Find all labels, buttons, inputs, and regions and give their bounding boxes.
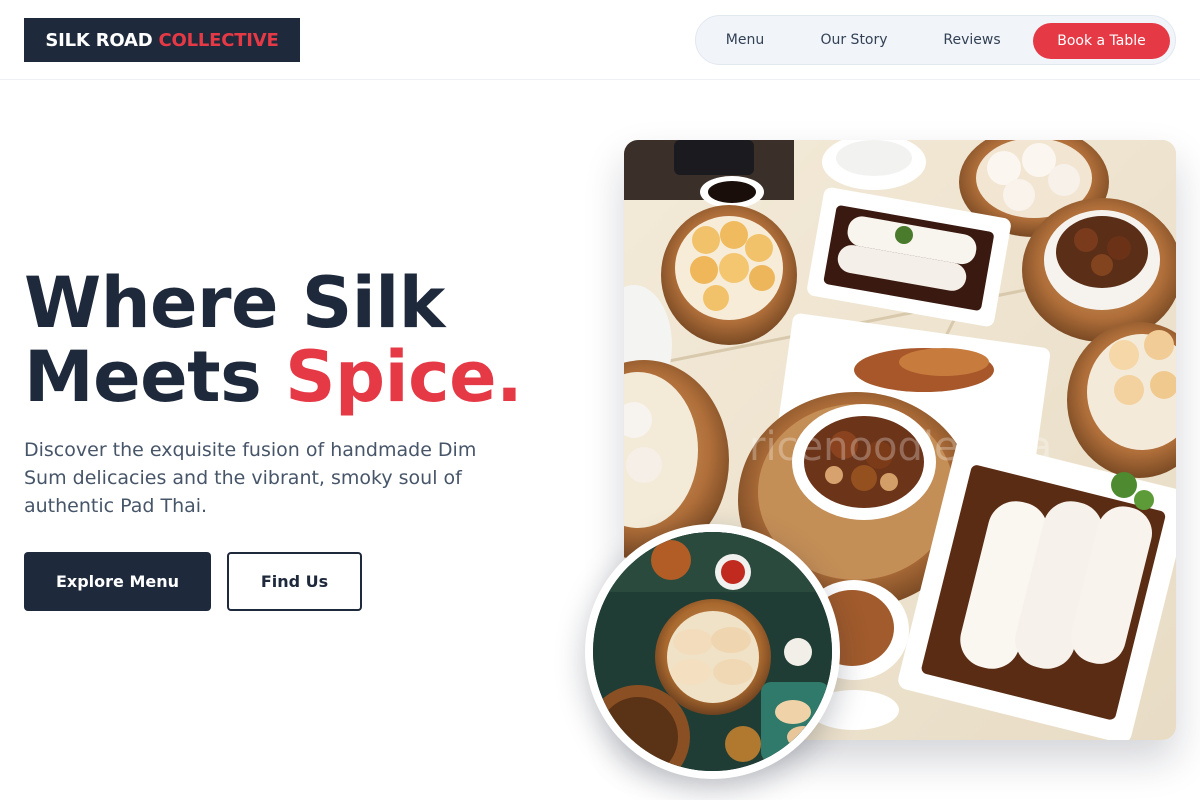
explore-menu-button[interactable]: Explore Menu <box>24 552 211 611</box>
brand-name-part2: COLLECTIVE <box>158 29 279 51</box>
nav-item-reviews[interactable]: Reviews <box>932 16 1012 64</box>
main-nav: Menu Our Story Reviews Book a Table <box>695 15 1176 65</box>
brand-name-part1: SILK ROAD <box>45 29 153 51</box>
landing-page: SILK ROAD COLLECTIVE Menu Our Story Revi… <box>0 0 1200 800</box>
nav-item-our-story[interactable]: Our Story <box>808 16 900 64</box>
nav-item-menu[interactable]: Menu <box>710 16 780 64</box>
hero-title-line2: Meets Spice. <box>24 340 584 414</box>
find-us-button[interactable]: Find Us <box>227 552 362 611</box>
hero-subtitle: Discover the exquisite fusion of handmad… <box>24 439 477 517</box>
hero-title-meets: Meets <box>24 336 262 418</box>
dumplings-circle-photo-inner <box>593 532 832 771</box>
dumplings-circle-photo <box>585 524 840 779</box>
brand-logo[interactable]: SILK ROAD COLLECTIVE <box>24 18 300 62</box>
hero-title-line1: Where Silk <box>24 262 445 344</box>
hero-title-spice: Spice. <box>285 336 523 418</box>
dumplings-illustration <box>593 532 832 771</box>
photo-watermark: ricenoodle.asia <box>749 424 1052 470</box>
book-table-button[interactable]: Book a Table <box>1033 23 1170 59</box>
site-header: SILK ROAD COLLECTIVE Menu Our Story Revi… <box>0 0 1200 80</box>
hero-title: Where Silk Meets Spice. <box>24 266 584 414</box>
